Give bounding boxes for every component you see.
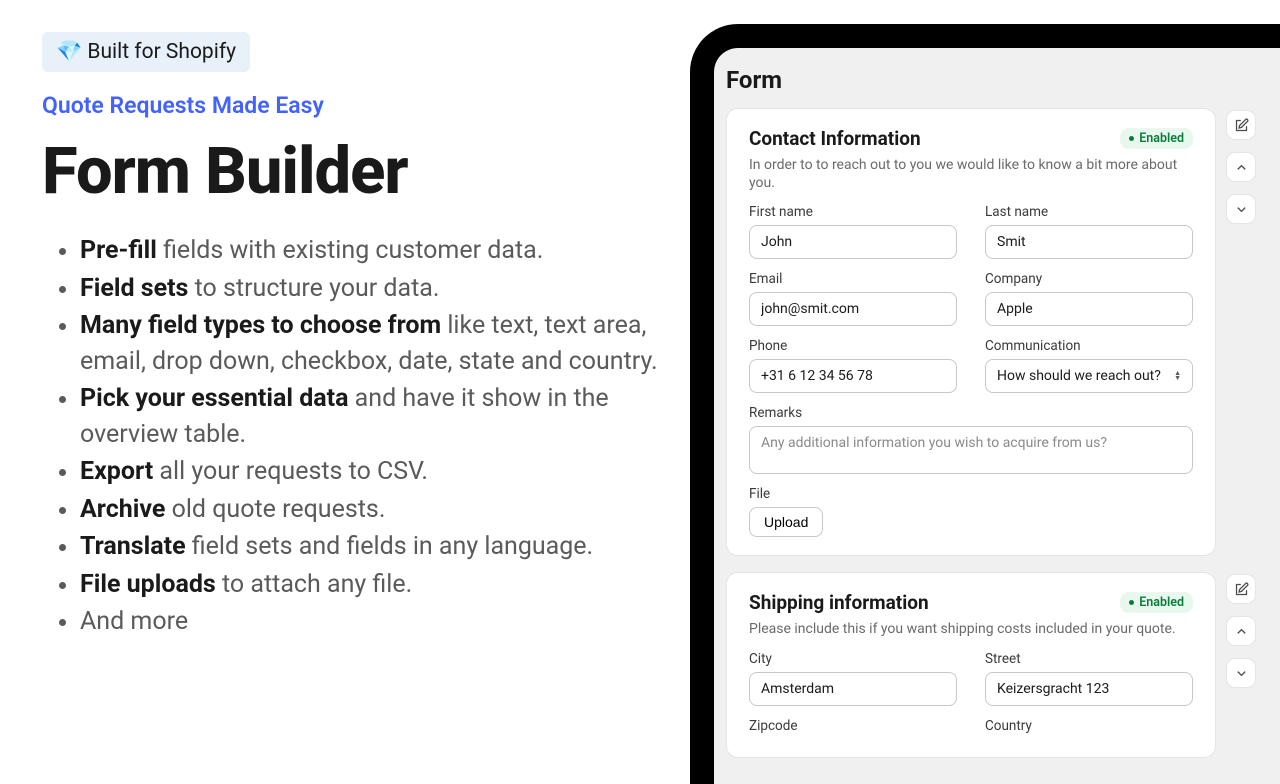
- email-input[interactable]: [749, 292, 957, 326]
- shipping-panel: Shipping information Enabled Please incl…: [726, 572, 1216, 757]
- select-caret-icon: ▲▼: [1174, 371, 1181, 381]
- company-label: Company: [985, 271, 1193, 287]
- feature-item: File uploads to attach any file.: [80, 567, 670, 603]
- edit-icon: [1234, 582, 1249, 597]
- email-label: Email: [749, 271, 957, 287]
- first-name-label: First name: [749, 204, 957, 220]
- feature-item: Pick your essential data and have it sho…: [80, 381, 670, 452]
- last-name-input[interactable]: [985, 225, 1193, 259]
- chevron-down-icon: [1234, 202, 1249, 217]
- company-input[interactable]: [985, 292, 1193, 326]
- communication-label: Communication: [985, 338, 1193, 354]
- edit-icon: [1234, 118, 1249, 133]
- edit-button[interactable]: [1226, 110, 1256, 140]
- contact-panel: Contact Information Enabled In order to …: [726, 108, 1216, 556]
- move-down-button[interactable]: [1226, 194, 1256, 224]
- move-down-button[interactable]: [1226, 658, 1256, 688]
- page-title: Form Builder: [42, 137, 670, 205]
- feature-item: Translate field sets and fields in any l…: [80, 529, 670, 565]
- feature-item: Export all your requests to CSV.: [80, 454, 670, 490]
- feature-item: Many field types to choose from like tex…: [80, 308, 670, 379]
- contact-desc: In order to to reach out to you we would…: [749, 156, 1193, 192]
- status-badge: Enabled: [1120, 592, 1193, 613]
- contact-title: Contact Information: [749, 127, 921, 150]
- feature-item: Archive old quote requests.: [80, 492, 670, 528]
- edit-button[interactable]: [1226, 574, 1256, 604]
- city-input[interactable]: [749, 672, 957, 706]
- phone-input[interactable]: [749, 359, 957, 393]
- remarks-textarea[interactable]: [749, 426, 1193, 474]
- remarks-label: Remarks: [749, 405, 1193, 421]
- shipping-desc: Please include this if you want shipping…: [749, 620, 1193, 638]
- subtitle: Quote Requests Made Easy: [42, 92, 670, 119]
- chevron-up-icon: [1234, 160, 1249, 175]
- feature-item: Pre-fill fields with existing customer d…: [80, 233, 670, 269]
- feature-item: And more: [80, 604, 670, 640]
- first-name-input[interactable]: [749, 225, 957, 259]
- form-screen: Form Contact Information Enabled In orde…: [714, 48, 1280, 784]
- status-badge: Enabled: [1120, 128, 1193, 149]
- last-name-label: Last name: [985, 204, 1193, 220]
- shipping-title: Shipping information: [749, 591, 929, 614]
- street-label: Street: [985, 651, 1193, 667]
- move-up-button[interactable]: [1226, 152, 1256, 182]
- move-up-button[interactable]: [1226, 616, 1256, 646]
- file-label: File: [749, 486, 1193, 502]
- phone-label: Phone: [749, 338, 957, 354]
- chevron-up-icon: [1234, 624, 1249, 639]
- built-for-shopify-badge: 💎 Built for Shopify: [42, 32, 250, 72]
- device-frame: Form Contact Information Enabled In orde…: [690, 24, 1280, 784]
- form-heading: Form: [726, 66, 1280, 94]
- communication-select[interactable]: How should we reach out?▲▼: [985, 359, 1193, 393]
- upload-button[interactable]: Upload: [749, 507, 823, 537]
- feature-list: Pre-fill fields with existing customer d…: [42, 233, 670, 640]
- street-input[interactable]: [985, 672, 1193, 706]
- city-label: City: [749, 651, 957, 667]
- chevron-down-icon: [1234, 666, 1249, 681]
- feature-item: Field sets to structure your data.: [80, 271, 670, 307]
